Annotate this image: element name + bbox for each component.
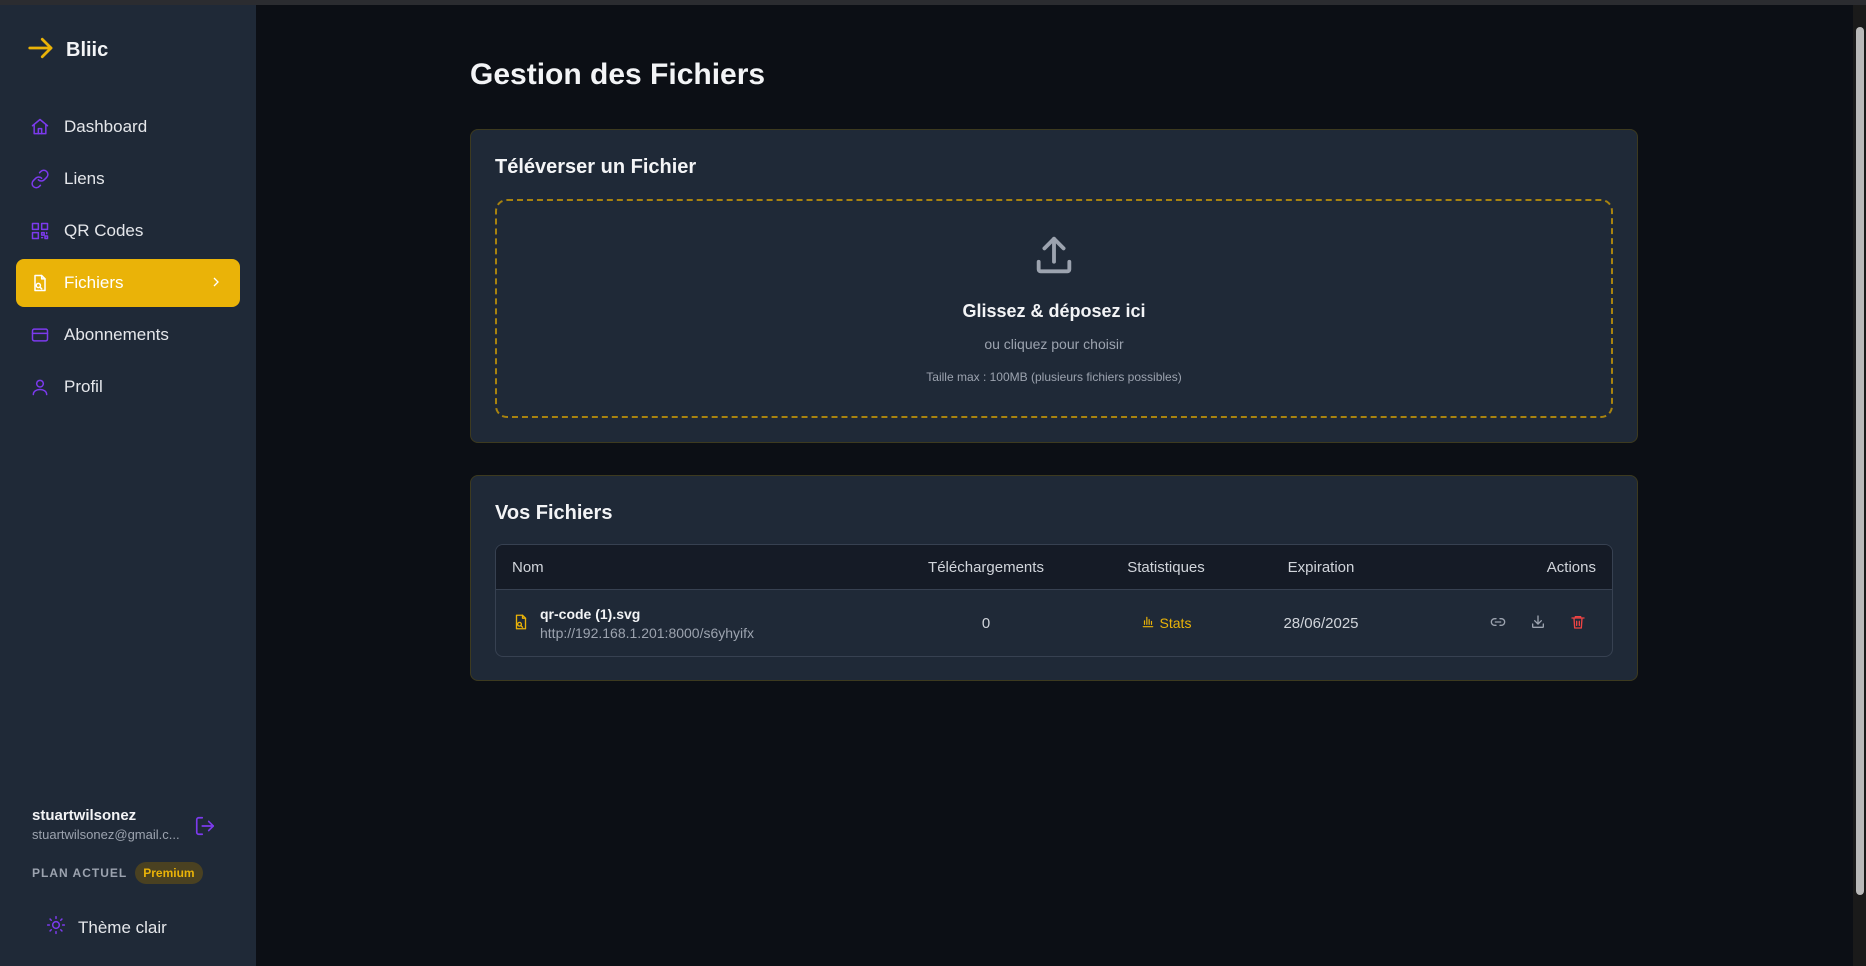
sidebar-item-label: Fichiers: [64, 273, 124, 292]
file-url[interactable]: http://192.168.1.201:8000/s6yhyifx: [540, 625, 754, 641]
sidebar-item-qr-codes[interactable]: QR Codes: [16, 207, 240, 255]
page-scrollbar[interactable]: [1853, 5, 1866, 966]
user-icon: [30, 377, 50, 397]
theme-toggle-label: Thème clair: [78, 917, 167, 937]
sidebar: Bliic Dashboard Liens QR Codes Fichiers: [0, 5, 256, 966]
downloads-count: 0: [981, 615, 991, 632]
sidebar-item-label: Dashboard: [64, 117, 148, 136]
link-icon: [30, 169, 50, 189]
stats-cell: Stats: [1076, 615, 1256, 633]
expiration-date: 28/06/2025: [1283, 615, 1359, 632]
scrollbar-thumb[interactable]: [1856, 27, 1864, 895]
download-icon: [1530, 614, 1546, 634]
upload-card: Téléverser un Fichier Glissez & déposez …: [470, 129, 1638, 443]
dropzone-hint: Taille max : 100MB (plusieurs fichiers p…: [926, 370, 1182, 384]
sidebar-item-abonnements[interactable]: Abonnements: [16, 311, 240, 359]
brand[interactable]: Bliic: [26, 33, 108, 67]
stats-link-label: Stats: [1159, 615, 1192, 631]
sun-icon: [46, 915, 66, 940]
sidebar-item-label: QR Codes: [64, 221, 144, 240]
bar-chart-icon: [1141, 615, 1155, 632]
logout-icon: [194, 816, 216, 841]
sidebar-item-liens[interactable]: Liens: [16, 155, 240, 203]
download-button[interactable]: [1528, 614, 1548, 634]
copy-link-button[interactable]: [1488, 614, 1508, 634]
theme-toggle-button[interactable]: Thème clair: [46, 915, 167, 940]
column-header-telechargements[interactable]: Téléchargements: [896, 559, 1076, 576]
arrow-right-icon: [26, 33, 56, 68]
column-header-actions: Actions: [1546, 558, 1596, 576]
plan-label: PLAN ACTUEL: [32, 866, 128, 880]
brand-name: Bliic: [66, 38, 109, 61]
files-card-title: Vos Fichiers: [495, 502, 613, 524]
link-icon: [1490, 614, 1506, 634]
plan-row: PLAN ACTUEL Premium: [32, 862, 203, 884]
page-title: Gestion des Fichiers: [470, 58, 766, 91]
logout-button[interactable]: [194, 815, 218, 839]
qr-code-icon: [30, 221, 50, 241]
upload-card-title: Téléverser un Fichier: [495, 156, 697, 178]
file-icon: [30, 273, 50, 293]
files-table: Nom Téléchargements Statistiques Expirat…: [495, 544, 1613, 657]
chevron-right-icon: [208, 274, 224, 290]
sidebar-item-dashboard[interactable]: Dashboard: [16, 103, 240, 151]
sidebar-item-label: Abonnements: [64, 325, 169, 344]
stats-link[interactable]: Stats: [1141, 615, 1192, 632]
plan-badge: Premium: [135, 862, 203, 884]
file-name-cell: qr-code (1).svg http://192.168.1.201:800…: [496, 606, 896, 641]
sidebar-item-label: Profil: [64, 377, 103, 396]
sidebar-item-label: Liens: [64, 169, 105, 188]
file-name: qr-code (1).svg: [540, 606, 641, 622]
dropzone-title: Glissez & déposez ici: [962, 301, 1146, 321]
column-header-statistiques[interactable]: Statistiques: [1076, 559, 1256, 576]
files-card: Vos Fichiers Nom Téléchargements Statist…: [470, 475, 1638, 681]
table-row: qr-code (1).svg http://192.168.1.201:800…: [496, 590, 1612, 656]
sidebar-item-profil[interactable]: Profil: [16, 363, 240, 411]
sidebar-nav: Dashboard Liens QR Codes Fichiers Abonne…: [16, 103, 240, 415]
home-icon: [30, 117, 50, 137]
credit-card-icon: [30, 325, 50, 345]
file-dropzone[interactable]: Glissez & déposez ici ou cliquez pour ch…: [495, 199, 1613, 418]
column-header-expiration[interactable]: Expiration: [1256, 559, 1386, 576]
actions-cell: [1386, 614, 1612, 634]
file-icon: [512, 613, 530, 635]
upload-icon: [1031, 233, 1077, 279]
sidebar-item-fichiers[interactable]: Fichiers: [16, 259, 240, 307]
column-header-nom[interactable]: Nom: [496, 559, 896, 576]
table-header: Nom Téléchargements Statistiques Expirat…: [496, 545, 1612, 590]
window-top-strip: [0, 0, 1866, 5]
delete-button[interactable]: [1568, 614, 1588, 634]
dropzone-subtitle: ou cliquez pour choisir: [984, 336, 1124, 352]
trash-icon: [1570, 614, 1586, 634]
